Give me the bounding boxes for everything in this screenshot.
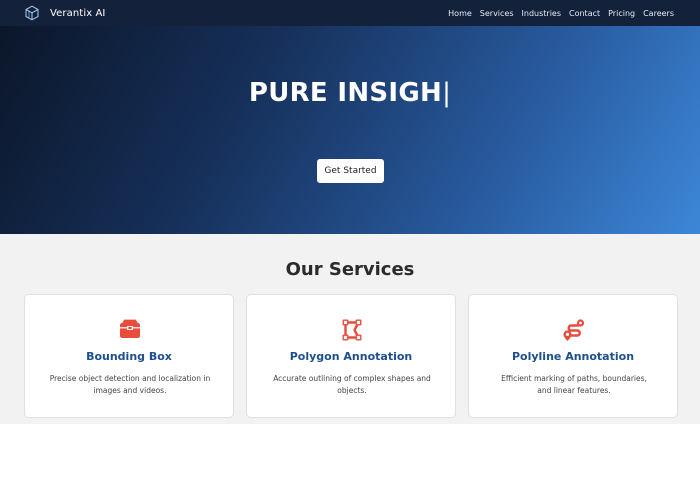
nav-link-pricing[interactable]: Pricing — [608, 9, 635, 18]
navbar: Verantix AI Home Services Industries Con… — [0, 0, 700, 26]
service-card-title: Bounding Box — [86, 350, 172, 363]
service-card-bounding-box[interactable]: Bounding Box Precise object detection an… — [24, 294, 234, 418]
nav-link-careers[interactable]: Careers — [643, 9, 674, 18]
service-card-polygon-annotation[interactable]: Polygon Annotation Accurate outlining of… — [246, 294, 456, 418]
services-section: Our Services Bounding Box Precise object… — [0, 234, 700, 424]
service-card-title: Polygon Annotation — [289, 350, 413, 363]
polygon-icon — [342, 319, 362, 341]
hero-title: PURE INSIGH| — [0, 78, 700, 108]
brand-name: Verantix AI — [50, 7, 106, 19]
service-card-description: Precise object detection and localizatio… — [49, 374, 211, 395]
service-card-title: Polyline Annotation — [511, 350, 635, 363]
nav-link-contact[interactable]: Contact — [569, 9, 600, 18]
typing-caret: | — [442, 78, 452, 108]
nav-links: Home Services Industries Contact Pricing… — [448, 9, 674, 18]
brand-link[interactable]: Verantix AI — [24, 5, 105, 21]
nav-link-industries[interactable]: Industries — [522, 9, 561, 18]
hero-section: PURE INSIGH| Get Started — [0, 26, 700, 234]
route-icon — [563, 319, 585, 341]
box-icon — [120, 319, 140, 338]
nav-link-home[interactable]: Home — [448, 9, 472, 18]
get-started-button[interactable]: Get Started — [317, 159, 384, 183]
service-card-description: Efficient marking of paths, boundaries, … — [501, 374, 647, 395]
services-title: Our Services — [285, 259, 415, 280]
nav-link-services[interactable]: Services — [480, 9, 514, 18]
hero-title-text: PURE INSIGH — [248, 78, 443, 108]
service-card-description: Accurate outlining of complex shapes and… — [273, 374, 431, 395]
cube-logo-icon — [25, 5, 39, 21]
service-card-polyline-annotation[interactable]: Polyline Annotation Efficient marking of… — [468, 294, 678, 418]
